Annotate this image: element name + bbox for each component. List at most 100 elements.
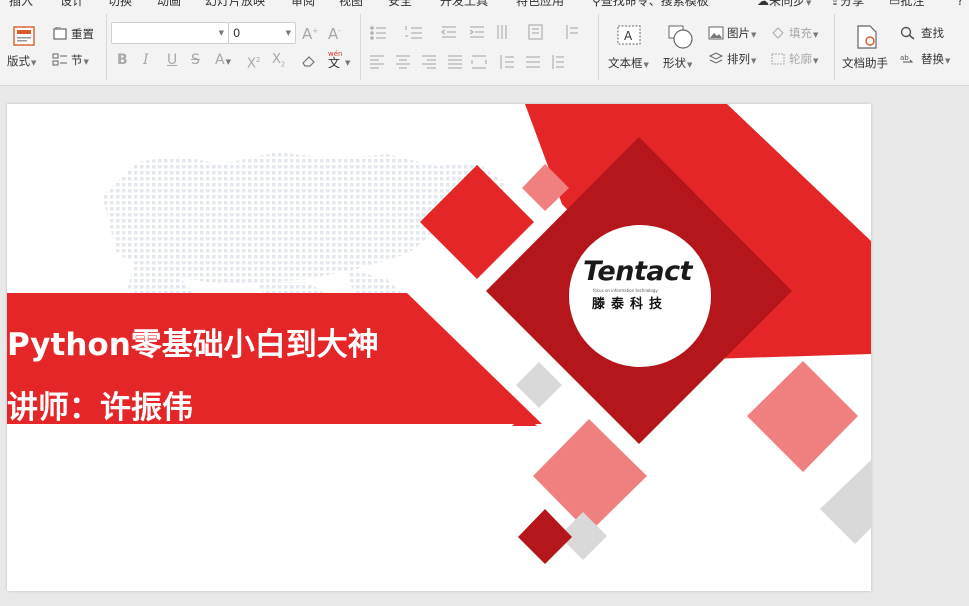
ribbon-divider <box>106 14 107 80</box>
logo-wordmark: Tentact <box>583 256 693 287</box>
replace-button[interactable]: ab 替换▼ <box>900 51 962 69</box>
outline-button[interactable]: 轮廓▼ <box>770 51 828 69</box>
slide-subtitle[interactable]: 讲师：许振伟 <box>7 382 193 427</box>
dark-red-diamond-bottom <box>518 509 572 564</box>
picture-icon <box>708 26 724 40</box>
arrange-icon <box>708 52 724 64</box>
reset-button[interactable]: 重置 <box>52 26 102 44</box>
outline-label: 轮廓 <box>789 52 812 66</box>
font-color-icon[interactable]: A▼ <box>215 53 231 69</box>
paragraph-tools[interactable] <box>368 24 593 76</box>
shape-button[interactable]: 形状▼ <box>659 20 703 74</box>
pinyin-button[interactable]: wén 文 ▼ <box>326 48 352 70</box>
menu-design[interactable]: 设计 <box>60 0 84 8</box>
magnifier-icon <box>900 26 915 40</box>
align-right-icon <box>422 55 436 69</box>
textbox-button[interactable]: A 文本框▼ <box>603 20 655 74</box>
menu-transition[interactable]: 切换 <box>108 0 132 8</box>
doc-helper-button[interactable]: 文档助手 <box>838 20 896 74</box>
text-direction-icon <box>528 24 543 40</box>
ribbon-divider <box>834 14 835 80</box>
picture-label: 图片 <box>727 26 750 40</box>
section-button[interactable]: 节▼ <box>52 52 98 70</box>
section-label: 节 <box>71 53 83 67</box>
menu-bar: 插入 设计 切换 动画 幻灯片放映 审阅 视图 安全 开发工具 特色应用 ⚲查找… <box>0 0 969 10</box>
grey-diamond-right <box>820 460 871 544</box>
company-logo: Tentact focus on information technology … <box>569 225 711 367</box>
align-center-icon <box>396 55 410 69</box>
reset-icon <box>53 27 67 40</box>
comment-label: 批注 <box>900 0 925 8</box>
subscript-icon[interactable]: X2 <box>272 53 285 72</box>
svg-text:ab: ab <box>900 54 909 62</box>
textbox-icon: A <box>617 25 641 45</box>
fill-button[interactable]: 填充▼ <box>770 25 828 43</box>
font-grow-icon[interactable]: A+ <box>302 24 318 42</box>
comment-button[interactable]: ▭批注 <box>889 0 924 8</box>
replace-icon: ab <box>900 54 914 63</box>
ribbon-divider <box>598 14 599 80</box>
menu-review[interactable]: 审阅 <box>291 0 315 8</box>
sync-status-label: 未同步 <box>769 0 806 8</box>
font-shrink-icon[interactable]: A- <box>328 24 341 42</box>
font-size-value: 0 <box>233 26 241 40</box>
layout-button[interactable]: 版式▼ <box>6 20 44 70</box>
layout-label: 版式 <box>7 54 30 68</box>
strikethrough-icon[interactable]: S <box>191 53 200 67</box>
font-size-select[interactable]: 0 ▼ <box>228 22 296 44</box>
doc-helper-icon <box>857 25 877 49</box>
share-icon: ⇪ <box>830 0 841 8</box>
slide[interactable]: Tentact focus on information technology … <box>7 104 871 591</box>
superscript-icon[interactable]: X2 <box>247 53 260 71</box>
layout-icon <box>13 26 35 46</box>
bullet-list-icon <box>370 26 386 40</box>
arrange-button[interactable]: 排列▼ <box>708 51 766 69</box>
distribute-icon <box>471 55 487 69</box>
section-icon <box>52 53 67 66</box>
slide-title[interactable]: Python零基础小白到大神 <box>7 319 379 364</box>
font-name-select[interactable]: ▼ <box>111 22 229 44</box>
line-spacing-icon <box>500 55 514 69</box>
pinyin-char: 文 <box>328 56 341 70</box>
numbered-list-icon <box>405 26 422 39</box>
menu-special[interactable]: 特色应用 <box>516 0 564 8</box>
ribbon-divider <box>360 14 361 80</box>
menu-insert[interactable]: 插入 <box>9 0 33 8</box>
shape-icon <box>668 25 693 49</box>
sync-status[interactable]: ☁未同步▼ <box>757 0 811 10</box>
picture-button[interactable]: 图片▼ <box>708 25 766 43</box>
menu-view[interactable]: 视图 <box>339 0 363 8</box>
decrease-indent-icon <box>440 26 456 38</box>
increase-indent-icon <box>469 26 484 38</box>
grey-diamond-mid <box>516 362 562 408</box>
arrange-label: 排列 <box>727 52 750 66</box>
replace-label: 替换 <box>921 52 944 66</box>
slide-canvas[interactable]: Tentact focus on information technology … <box>0 87 969 606</box>
columns-icon <box>497 25 507 39</box>
underline-icon[interactable]: U <box>167 53 177 67</box>
align-text-icon <box>566 25 578 39</box>
outline-icon <box>771 53 785 65</box>
comment-icon: ▭ <box>889 0 901 8</box>
shape-label: 形状 <box>663 56 686 70</box>
fill-icon <box>772 27 784 39</box>
menu-security[interactable]: 安全 <box>388 0 412 8</box>
share-button[interactable]: ⇪分享 <box>830 0 864 8</box>
italic-icon[interactable]: I <box>143 53 149 67</box>
help-button[interactable]: ? <box>957 0 963 8</box>
paragraph-spacing-icon <box>526 56 540 68</box>
text-columns-icon <box>552 55 564 69</box>
menu-animation[interactable]: 动画 <box>157 0 181 8</box>
pink-diamond-right <box>747 361 858 472</box>
chevron-down-icon: ▼ <box>285 29 291 37</box>
logo-chinese-name: 滕泰科技 <box>592 297 669 312</box>
svg-text:A: A <box>624 29 633 43</box>
menu-developer[interactable]: 开发工具 <box>440 0 488 8</box>
command-search-text: 查找命令、搜索模板 <box>600 0 709 8</box>
find-button[interactable]: 查找 <box>900 25 960 43</box>
menu-slideshow[interactable]: 幻灯片放映 <box>205 0 265 8</box>
chevron-down-icon: ▼ <box>218 29 224 37</box>
command-search[interactable]: ⚲查找命令、搜索模板 <box>592 0 709 8</box>
eraser-icon[interactable] <box>300 54 316 68</box>
bold-icon[interactable]: B <box>117 53 128 67</box>
